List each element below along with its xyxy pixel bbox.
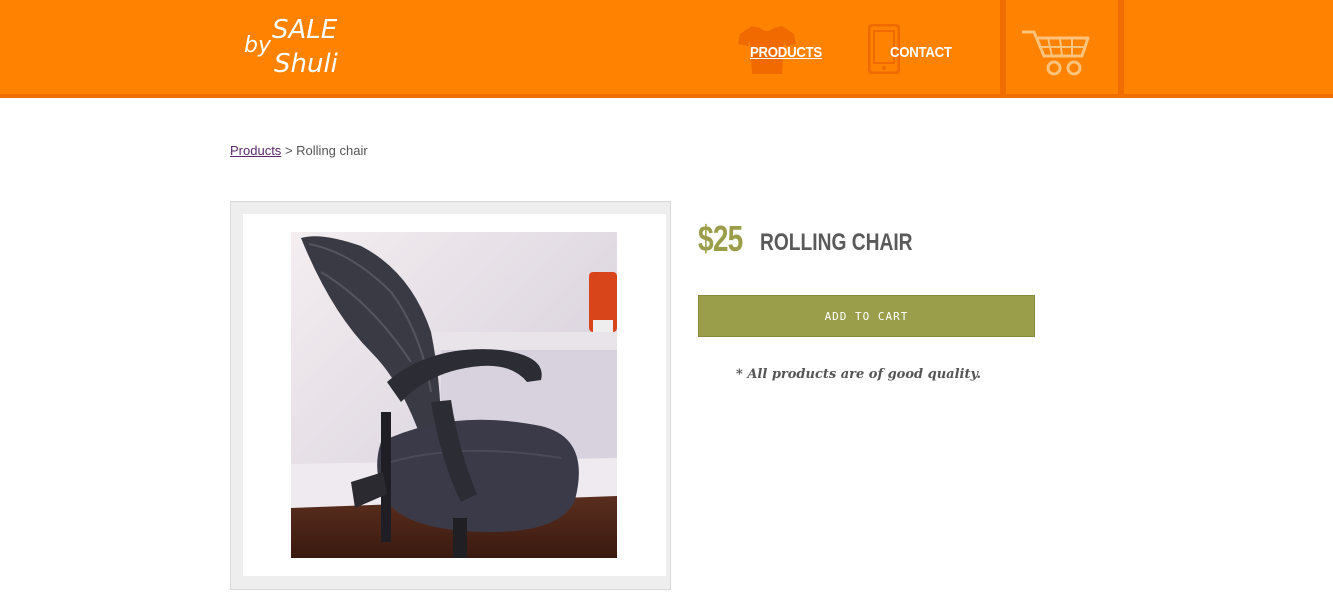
nav-contact[interactable]: CONTACT bbox=[866, 0, 956, 94]
shopping-cart-icon[interactable] bbox=[1020, 26, 1094, 78]
nav-products[interactable]: PRODUCTS bbox=[736, 0, 826, 94]
product-image-frame bbox=[230, 201, 671, 590]
breadcrumb-separator: > bbox=[284, 143, 293, 158]
breadcrumb-current: Rolling chair bbox=[296, 143, 368, 158]
logo-by: by bbox=[244, 33, 272, 58]
product-price: $25 bbox=[698, 218, 743, 259]
nav-products-link[interactable]: PRODUCTS bbox=[750, 44, 822, 61]
add-to-cart-button[interactable]: ADD TO CART bbox=[698, 295, 1035, 337]
site-header: by SALE Shuli PRODUCTS CONTACT bbox=[0, 0, 1333, 98]
breadcrumb-products-link[interactable]: Products bbox=[230, 143, 281, 158]
logo-shuli: Shuli bbox=[274, 49, 339, 79]
logo[interactable]: by SALE Shuli bbox=[240, 8, 358, 82]
header-divider bbox=[1000, 0, 1006, 94]
product-title: ROLLING CHAIR bbox=[760, 229, 913, 256]
nav-contact-link[interactable]: CONTACT bbox=[890, 44, 952, 61]
product-image-container bbox=[243, 214, 666, 576]
breadcrumb: Products > Rolling chair bbox=[230, 143, 368, 158]
quality-note: * All products are of good quality. bbox=[736, 367, 982, 382]
product-photo[interactable] bbox=[291, 232, 617, 558]
header-divider bbox=[1118, 0, 1124, 94]
logo-sale: SALE bbox=[272, 15, 338, 45]
